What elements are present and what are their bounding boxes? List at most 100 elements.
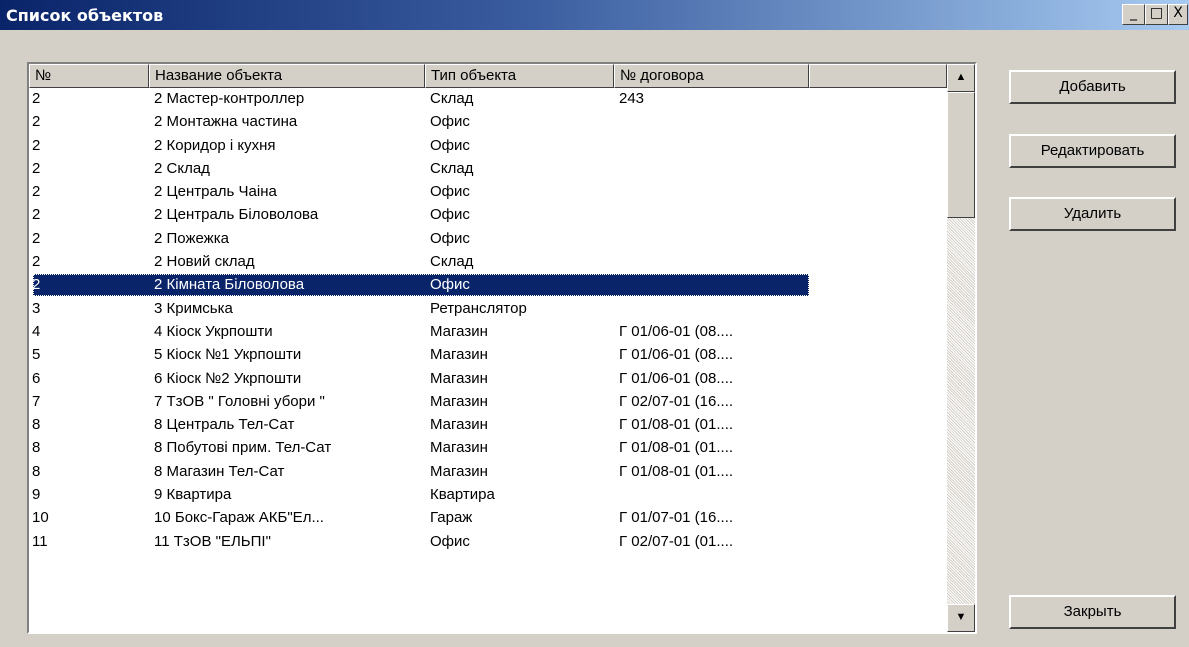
cell-object-type: Магазин: [430, 462, 488, 480]
cell-object-name: 2 Склад: [154, 159, 210, 177]
cell-object-name: 6 Кіоск №2 Укрпошти: [154, 369, 302, 387]
cell-object-name: 2 Централь Біловолова: [154, 206, 319, 224]
cell-number: 8: [32, 416, 41, 434]
cell-object-name: 2 Монтажна частина: [154, 113, 298, 131]
table-row[interactable]: 2 2 Кімната Біловолова Офис: [29, 274, 947, 297]
cell-object-name: 2 Мастер-контроллер: [154, 90, 305, 107]
add-button[interactable]: Добавить: [1009, 70, 1176, 104]
column-header-contract-number[interactable]: № договора: [614, 64, 809, 88]
cell-object-name: 5 Кіоск №1 Укрпошти: [154, 346, 302, 364]
cell-object-type: Магазин: [430, 346, 488, 364]
cell-contract-number: Г 01/08-01 (01....: [619, 439, 734, 457]
table-row[interactable]: 2 2 Монтажна частина Офис: [29, 111, 947, 134]
cell-object-type: Квартира: [430, 486, 495, 504]
minimize-button[interactable]: _: [1122, 4, 1145, 25]
cell-contract-number: [616, 112, 809, 134]
cell-object-type: Магазин: [430, 322, 488, 340]
cell-contract-number: Г 02/07-01 (01....: [619, 532, 734, 550]
scroll-down-arrow-icon[interactable]: ▼: [947, 604, 975, 632]
table-row[interactable]: 9 9 Квартира Квартира: [29, 484, 947, 507]
column-header-number[interactable]: №: [29, 64, 149, 88]
cell-contract-number: [616, 485, 809, 507]
cell-number: 2: [32, 136, 41, 154]
cell-object-type: Офис: [430, 276, 470, 294]
cell-object-type: Ретранслятор: [430, 299, 527, 317]
table-row[interactable]: 2 2 Склад Склад: [29, 158, 947, 181]
cell-number: 6: [32, 369, 41, 387]
cell-object-name: 2 Новий склад: [154, 253, 255, 271]
cell-object-name: 3 Кримська: [154, 299, 233, 317]
cell-contract-number: [616, 229, 809, 251]
delete-button[interactable]: Удалить: [1009, 197, 1176, 231]
cell-object-type: Офис: [430, 229, 470, 247]
cell-number: 2: [32, 159, 41, 177]
cell-contract-number: Г 01/06-01 (08....: [619, 369, 734, 387]
table-row[interactable]: 8 8 Побутові прим. Тел-Сат Магазин Г 01/08-…: [29, 437, 947, 460]
column-header-object-name[interactable]: Название объекта: [149, 64, 425, 88]
cell-object-type: Склад: [430, 159, 474, 177]
cell-object-type: Магазин: [430, 416, 488, 434]
cell-object-name: 7 ТзОВ " Головні убори ": [154, 392, 325, 410]
table-row[interactable]: 3 3 Кримська Ретранслятор: [29, 298, 947, 321]
cell-contract-number: [616, 299, 809, 321]
cell-object-type: Магазин: [430, 392, 488, 410]
cell-number: 2: [32, 276, 41, 294]
table-row[interactable]: 4 4 Кіоск Укрпошти Магазин Г 01/06-01 (08..…: [29, 321, 947, 344]
close-button[interactable]: Закрыть: [1009, 595, 1176, 629]
table-row[interactable]: 5 5 Кіоск №1 Укрпошти Магазин Г 01/06-01 (0…: [29, 344, 947, 367]
table-row[interactable]: 6 6 Кіоск №2 Укрпошти Магазин Г 01/06-01 (0…: [29, 368, 947, 391]
scroll-up-arrow-icon[interactable]: ▲: [947, 64, 975, 92]
cell-contract-number: [616, 252, 809, 274]
cell-contract-number: Г 01/06-01 (08....: [619, 322, 734, 340]
cell-object-type: Офис: [430, 136, 470, 154]
list-header: № Название объекта Тип объекта № договор…: [29, 64, 947, 88]
table-row[interactable]: 8 8 Централь Тел-Сат Магазин Г 01/08-01 (01…: [29, 414, 947, 437]
scroll-thumb[interactable]: [947, 92, 975, 218]
table-row[interactable]: 2 2 Мастер-контроллер Склад 243: [29, 88, 947, 111]
cell-contract-number: [616, 159, 809, 181]
close-window-button[interactable]: X: [1168, 4, 1188, 25]
table-row[interactable]: 2 2 Централь Біловолова Офис: [29, 204, 947, 227]
cell-object-name: 10 Бокс-Гараж АКБ"Ел...: [154, 509, 324, 527]
table-row[interactable]: 10 10 Бокс-Гараж АКБ"Ел... Гараж Г 01/07-01…: [29, 507, 947, 530]
cell-object-type: Магазин: [430, 369, 488, 387]
cell-contract-number: [616, 275, 809, 297]
table-row[interactable]: 2 2 Новий склад Склад: [29, 251, 947, 274]
cell-number: 2: [32, 113, 41, 131]
cell-object-type: Офис: [430, 183, 470, 201]
cell-number: 10: [32, 509, 49, 527]
table-row[interactable]: 11 11 ТзОВ "ЕЛЬПІ" Офис Г 02/07-01 (01....: [29, 531, 947, 554]
cell-object-name: 2 Коридор і кухня: [154, 136, 276, 154]
cell-number: 8: [32, 462, 41, 480]
maximize-button[interactable]: □: [1145, 4, 1168, 25]
cell-object-type: Офис: [430, 206, 470, 224]
cell-object-name: 8 Побутові прим. Тел-Сат: [154, 439, 332, 457]
vertical-scrollbar[interactable]: ▲ ▼: [947, 64, 975, 632]
table-row[interactable]: 2 2 Коридор і кухня Офис: [29, 135, 947, 158]
cell-number: 2: [32, 229, 41, 247]
cell-number: 7: [32, 392, 41, 410]
column-header-object-type[interactable]: Тип объекта: [425, 64, 614, 88]
list-rows: 22 Мастер-контроллер Склад 243 2 2 Монтажна …: [29, 88, 947, 554]
table-row[interactable]: 2 2 Пожежка Офис: [29, 228, 947, 251]
table-row[interactable]: 2 2 Централь Чаіна Офис: [29, 181, 947, 204]
cell-contract-number: 243: [619, 90, 645, 107]
cell-contract-number: Г 01/06-01 (08....: [619, 346, 734, 364]
table-row[interactable]: 7 7 ТзОВ " Головні убори " Магазин Г 02/07-…: [29, 391, 947, 414]
cell-number: 4: [32, 322, 41, 340]
edit-button[interactable]: Редактировать: [1009, 134, 1176, 168]
cell-object-name: 2 Пожежка: [154, 229, 229, 247]
objects-list-view[interactable]: № Название объекта Тип объекта № договор…: [27, 62, 977, 634]
cell-object-name: 11 ТзОВ "ЕЛЬПІ": [154, 532, 271, 550]
title-bar[interactable]: Список объектов _ □ X: [0, 0, 1189, 30]
cell-object-type: Офис: [430, 532, 470, 550]
cell-number: 3: [32, 299, 41, 317]
cell-contract-number: [616, 182, 809, 204]
table-row[interactable]: 8 8 Магазин Тел-Сат Магазин Г 01/08-01 (01.…: [29, 461, 947, 484]
cell-object-name: 4 Кіоск Укрпошти: [154, 322, 273, 340]
cell-object-name: 8 Централь Тел-Сат: [154, 416, 295, 434]
cell-number: 9: [32, 486, 41, 504]
cell-number: 2: [32, 183, 41, 201]
cell-object-type: Офис: [430, 113, 470, 131]
column-header-empty[interactable]: [809, 64, 947, 88]
